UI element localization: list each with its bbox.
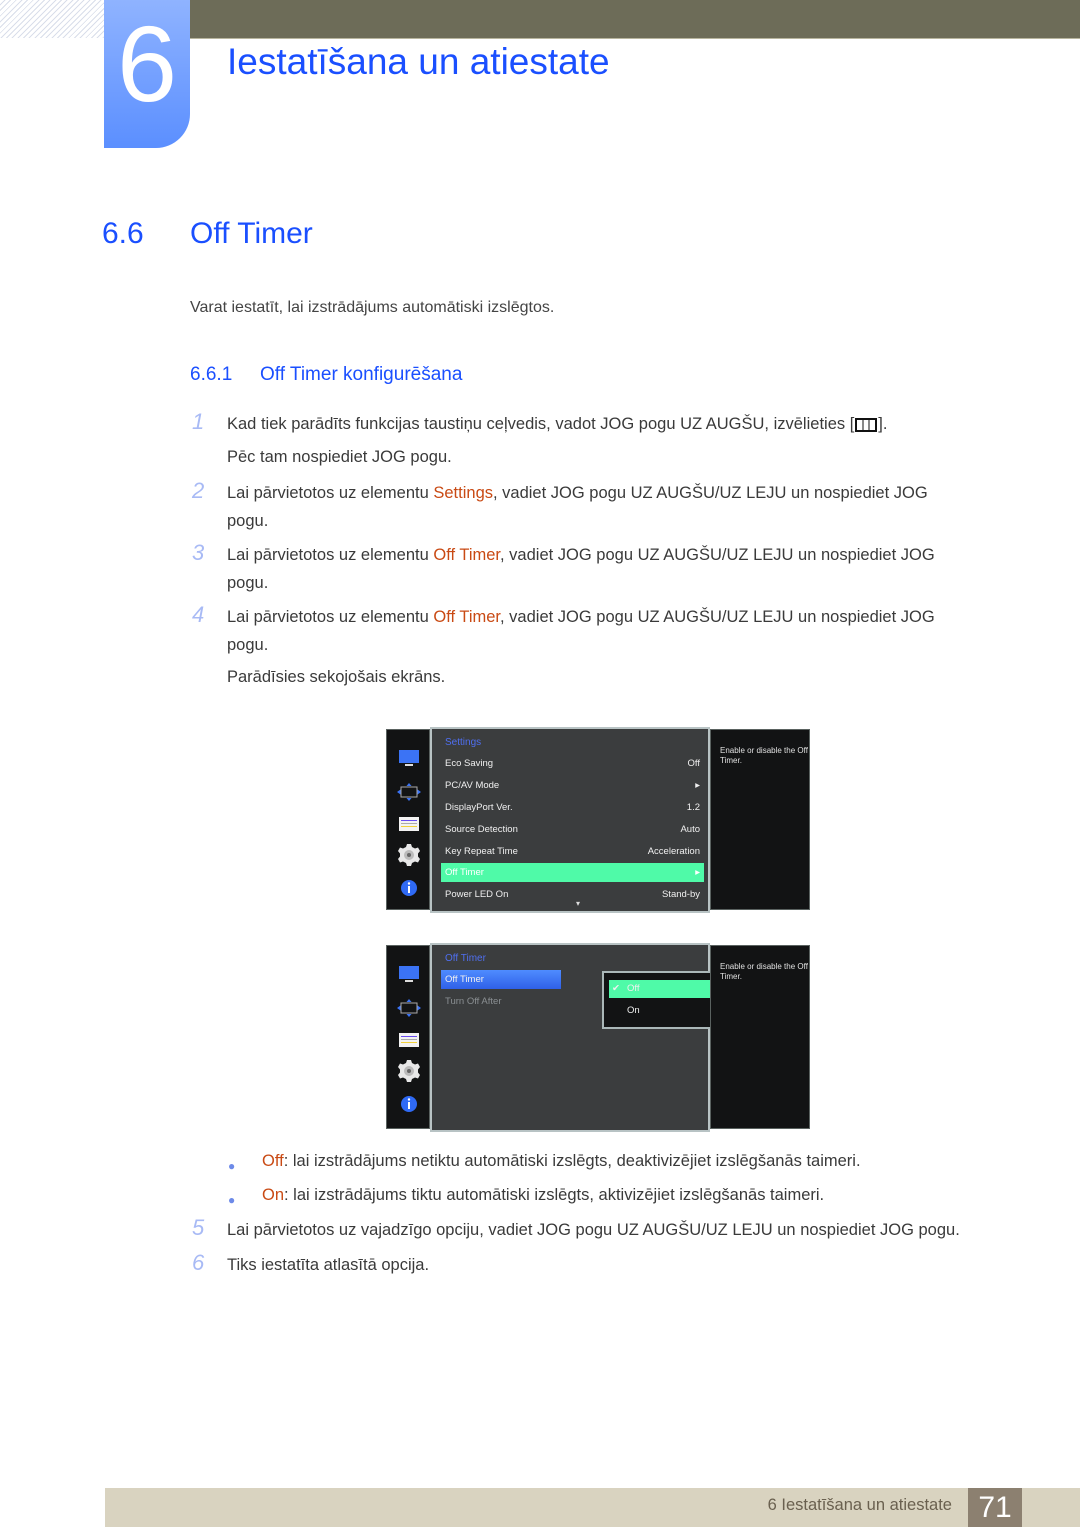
subsection-title: Off Timer konfigurēšana xyxy=(260,364,463,385)
step-number: 1 xyxy=(192,409,205,434)
arrow-right-icon: ▸ xyxy=(695,780,700,791)
settings-gear-icon xyxy=(398,1060,420,1082)
highlight-term: Off Timer xyxy=(433,608,501,626)
info-icon xyxy=(401,1096,417,1112)
chapter-tab: 6 xyxy=(104,0,190,148)
step-text-part: , vadiet JOG pogu UZ AUGŠU/UZ LEJU un no… xyxy=(500,546,935,564)
highlight-term: Settings xyxy=(433,484,493,502)
step-text-continued: Parādīsies sekojošais ekrāns. xyxy=(227,668,446,686)
subsection-number: 6.6.1 xyxy=(190,364,233,385)
osd-menu-title: Settings xyxy=(445,737,482,748)
scroll-down-icon[interactable]: ▾ xyxy=(576,899,580,908)
step-text-part: , vadiet JOG pogu UZ AUGŠU/UZ LEJU un no… xyxy=(493,484,928,502)
osd-menu-item-displayport-ver[interactable]: DisplayPort Ver. 1.2 xyxy=(441,798,704,817)
step-text: Lai pārvietotos uz elementu Off Timer, v… xyxy=(227,546,935,565)
picture-icon xyxy=(399,966,419,982)
osd-menu-item-off-timer[interactable]: Off Timer ▸ xyxy=(441,863,704,882)
step-number: 3 xyxy=(192,540,205,565)
step-text-part: Lai pārvietotos uz elementu xyxy=(227,484,434,502)
screen-size-icon xyxy=(397,999,421,1017)
info-icon xyxy=(401,880,417,896)
osd-help-text: Enable or disable the Off Timer. xyxy=(710,729,810,910)
step-text: Lai pārvietotos uz elementu Off Timer, v… xyxy=(227,608,935,627)
step-text: Lai pārvietotos uz vajadzīgo opciju, vad… xyxy=(227,1221,960,1239)
step-text-part: Lai pārvietotos uz elementu xyxy=(227,546,434,564)
footer-chapter-label: 6 Iestatīšana un atiestate xyxy=(767,1496,952,1514)
osd-off-timer-screen: Off Timer Off Timer Turn Off After ✔ Off … xyxy=(386,943,810,1132)
step-text-part: Kad tiek parādīts funkcijas taustiņu ceļ… xyxy=(227,415,855,433)
section-number: 6.6 xyxy=(102,217,144,250)
check-icon: ✔ xyxy=(612,983,620,994)
highlight-term: Off xyxy=(262,1152,284,1170)
step-number: 5 xyxy=(192,1215,205,1240)
screen-size-icon xyxy=(397,783,421,801)
osd-menu-item-pc-av-mode[interactable]: PC/AV Mode ▸ xyxy=(441,776,704,795)
step-text-continued: pogu. xyxy=(227,636,269,654)
chapter-title: Iestatīšana un atiestate xyxy=(227,41,610,82)
bullet-icon: ● xyxy=(228,1159,236,1173)
page-footer: 6 Iestatīšana un atiestate xyxy=(105,1488,1080,1527)
chapter-number: 6 xyxy=(116,3,178,124)
osd-adjust-icon xyxy=(399,1033,419,1047)
section-title: Off Timer xyxy=(190,217,313,250)
step-text-continued: pogu. xyxy=(227,574,269,592)
osd-menu-item-key-repeat-time[interactable]: Key Repeat Time Acceleration xyxy=(441,842,704,861)
step-text-part: , vadiet JOG pogu UZ AUGŠU/UZ LEJU un no… xyxy=(500,608,935,626)
highlight-term: On xyxy=(262,1186,285,1204)
page-number: 71 xyxy=(968,1488,1022,1527)
osd-help-text: Enable or disable the Off Timer. xyxy=(710,945,810,1129)
step-text-continued: Pēc tam nospiediet JOG pogu. xyxy=(227,448,452,466)
bullet-icon: ● xyxy=(228,1193,236,1207)
header-bar xyxy=(190,0,1080,39)
osd-menu-panel: Settings Eco Saving Off PC/AV Mode ▸ Displ… xyxy=(430,727,710,913)
osd-sidebar xyxy=(386,945,430,1129)
bullet-description: : lai izstrādājums netiktu automātiski i… xyxy=(283,1152,861,1170)
settings-gear-icon xyxy=(398,844,420,866)
section-intro: Varat iestatīt, lai izstrādājums automāt… xyxy=(190,299,555,316)
step-text-part: Lai pārvietotos uz elementu xyxy=(227,608,434,626)
osd-menu-title: Off Timer xyxy=(445,953,486,964)
osd-menu-item-power-led-on[interactable]: Power LED On Stand-by xyxy=(441,885,704,904)
bullet-text: Off: lai izstrādājums netiktu automātisk… xyxy=(262,1152,861,1171)
osd-menu-item-eco-saving[interactable]: Eco Saving Off xyxy=(441,754,704,773)
osd-settings-screen: Settings Eco Saving Off PC/AV Mode ▸ Displ… xyxy=(386,727,810,913)
step-number: 2 xyxy=(192,478,205,503)
osd-menu-item-off-timer[interactable]: Off Timer xyxy=(441,970,561,989)
picture-icon xyxy=(399,750,419,766)
osd-menu-item-source-detection[interactable]: Source Detection Auto xyxy=(441,820,704,839)
step-text-continued: pogu. xyxy=(227,512,269,530)
step-number: 4 xyxy=(192,602,205,627)
step-text: Kad tiek parādīts funkcijas taustiņu ceļ… xyxy=(227,415,887,434)
osd-adjust-icon xyxy=(399,817,419,831)
step-text: Lai pārvietotos uz elementu Settings, va… xyxy=(227,484,928,503)
step-text: Tiks iestatīta atlasītā opcija. xyxy=(227,1256,430,1274)
bullet-description: : lai izstrādājums tiktu automātiski izs… xyxy=(284,1186,825,1204)
highlight-term: Off Timer xyxy=(433,546,501,564)
step-text-part: ]. xyxy=(878,415,888,433)
osd-menu-panel: Off Timer Off Timer Turn Off After ✔ Off … xyxy=(430,943,747,1132)
bullet-text: On: lai izstrādājums tiktu automātiski i… xyxy=(262,1186,824,1205)
header-hatch-decoration xyxy=(0,0,105,38)
step-number: 6 xyxy=(192,1250,205,1275)
osd-sidebar xyxy=(386,729,430,910)
arrow-right-icon: ▸ xyxy=(695,867,700,878)
menu-icon xyxy=(855,418,878,432)
